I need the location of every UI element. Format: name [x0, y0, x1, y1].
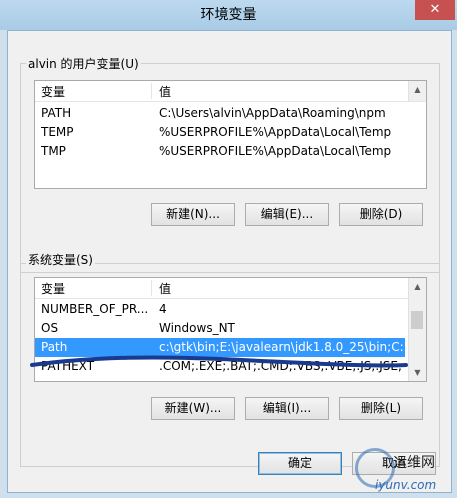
- system-vars-list[interactable]: 变量 值 NUMBER_OF_PR... 4 OS Windows_NT Pat…: [34, 277, 427, 382]
- var-name: Path: [41, 340, 68, 354]
- system-vars-label: 系统变量(S): [26, 251, 95, 268]
- var-value: Windows_NT: [159, 321, 235, 335]
- user-delete-button[interactable]: 删除(D): [339, 203, 423, 226]
- system-new-button[interactable]: 新建(W)...: [151, 397, 235, 420]
- table-row[interactable]: PATHEXT .COM;.EXE;.BAT;.CMD;.VBS;.VBE;.J…: [35, 357, 405, 376]
- var-name: TMP: [41, 144, 66, 158]
- col-value[interactable]: 值: [159, 280, 171, 297]
- var-value: %USERPROFILE%\AppData\Local\Temp: [159, 144, 392, 158]
- user-vars-scrollbar[interactable]: ▲: [408, 81, 426, 101]
- ok-button[interactable]: 确定: [258, 452, 342, 475]
- var-value: %USERPROFILE%\AppData\Local\Temp: [159, 125, 392, 139]
- user-new-button[interactable]: 新建(N)...: [151, 203, 235, 226]
- var-value: .COM;.EXE;.BAT;.CMD;.VBS;.VBE;.JS;.JSE;.…: [159, 359, 403, 373]
- user-edit-button[interactable]: 编辑(E)...: [245, 203, 329, 226]
- close-button[interactable]: ✕: [415, 0, 455, 20]
- scroll-up-icon[interactable]: ▲: [409, 81, 426, 98]
- system-edit-button[interactable]: 编辑(I)...: [245, 397, 329, 420]
- table-row[interactable]: TMP %USERPROFILE%\AppData\Local\Temp: [35, 142, 405, 161]
- scroll-thumb[interactable]: [411, 311, 423, 329]
- user-vars-list[interactable]: 变量 值 PATH C:\Users\alvin\AppData\Roaming…: [34, 80, 427, 189]
- dialog-client: alvin 的用户变量(U) 变量 值 PATH C:\Users\alvin\…: [7, 30, 452, 493]
- user-vars-label: alvin 的用户变量(U): [26, 55, 141, 72]
- var-value: C:\Users\alvin\AppData\Roaming\npm: [159, 106, 386, 120]
- col-value[interactable]: 值: [159, 83, 171, 100]
- var-name: TEMP: [41, 125, 74, 139]
- window-title: 环境变量: [200, 7, 257, 23]
- var-value: 4: [159, 302, 167, 316]
- scroll-up-icon[interactable]: ▲: [409, 278, 426, 295]
- var-name: PATH: [41, 106, 72, 120]
- var-name: NUMBER_OF_PR...: [41, 302, 149, 316]
- var-value: c:\gtk\bin;E:\javalearn\jdk1.8.0_25\bin;…: [159, 340, 403, 354]
- table-row[interactable]: NUMBER_OF_PR... 4: [35, 300, 405, 319]
- table-row[interactable]: PATH C:\Users\alvin\AppData\Roaming\npm: [35, 104, 405, 123]
- system-vars-scrollbar[interactable]: ▲ ▼: [408, 278, 426, 381]
- col-variable[interactable]: 变量: [41, 280, 65, 297]
- table-row[interactable]: OS Windows_NT: [35, 319, 405, 338]
- close-icon: ✕: [429, 2, 441, 17]
- col-variable[interactable]: 变量: [41, 83, 65, 100]
- cancel-button[interactable]: 取消: [352, 452, 436, 475]
- system-vars-header: 变量 值: [35, 278, 426, 299]
- system-delete-button[interactable]: 删除(L): [339, 397, 423, 420]
- user-vars-header: 变量 值: [35, 81, 426, 102]
- var-name: OS: [41, 321, 59, 335]
- scroll-down-icon[interactable]: ▼: [409, 364, 426, 381]
- var-name: PATHEXT: [41, 359, 95, 373]
- table-row[interactable]: TEMP %USERPROFILE%\AppData\Local\Temp: [35, 123, 405, 142]
- table-row-selected[interactable]: Path c:\gtk\bin;E:\javalearn\jdk1.8.0_25…: [35, 338, 405, 357]
